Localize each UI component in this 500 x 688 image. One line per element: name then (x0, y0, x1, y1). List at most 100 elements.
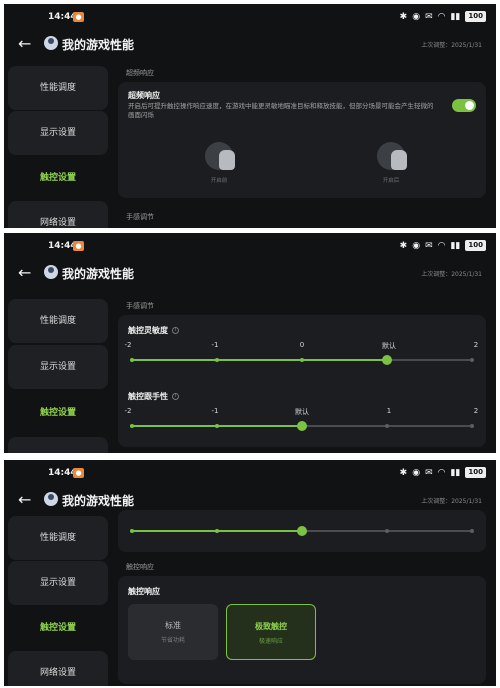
sidebar-item-network[interactable]: 网络设置 (8, 651, 108, 686)
last-updated: 上次调整：2025/1/31 (421, 42, 482, 49)
slider-tick[interactable] (470, 424, 474, 428)
sidebar-item-network[interactable]: 网络设置 (8, 201, 108, 228)
ultra-response-card: 超频响应 开启后可提升触控操作响应速度，在游戏中能更灵敏地瞄准目标和释放技能，但… (118, 82, 486, 198)
slider-tick[interactable] (385, 424, 389, 428)
slider-tick-label: 1 (386, 407, 392, 415)
volte-icon: ✉ (425, 467, 433, 478)
section-title: 超频响应 (126, 69, 154, 77)
feel-card: 触控灵敏度 i -2 -1 0 默认 2 触控跟手性 i -2 -1 默认 1 2 (118, 315, 486, 447)
slider-tick[interactable] (470, 358, 474, 362)
slider-tick-label: 2 (473, 407, 479, 415)
ultra-response-title: 超频响应 (128, 91, 160, 100)
slider-tick-label: 默认 (382, 342, 396, 350)
avatar (44, 492, 58, 506)
illustration-after: 开启后 (368, 142, 414, 184)
sidebar-item-network[interactable]: 网络设置 (8, 437, 108, 453)
section-title: 手感调节 (126, 302, 154, 310)
back-arrow-icon[interactable]: ← (18, 263, 31, 282)
slider-tick[interactable] (130, 358, 134, 362)
ultra-response-toggle[interactable] (452, 99, 476, 112)
status-bar: 14:44 ● ✱ ◉ ✉ ◠ ▮▮ 100 (4, 4, 496, 30)
sensitivity-title: 触控灵敏度 i (128, 325, 179, 336)
slider-tick-label: 0 (299, 341, 305, 349)
follow-slider[interactable] (128, 419, 476, 433)
page-title: 我的游戏性能 (62, 38, 135, 52)
screenshot-panel-3: 14:44 ● ✱ ◉ ✉ ◠ ▮▮ 100 ← 我的游戏性能 上次调整：202… (4, 460, 496, 686)
battery-icon: 100 (465, 11, 486, 22)
battery-icon: 100 (465, 240, 486, 251)
slider-knob[interactable] (382, 355, 392, 365)
slider-tick-label: -1 (211, 407, 219, 415)
page-title: 我的游戏性能 (62, 267, 135, 281)
slider-tick[interactable] (215, 529, 219, 533)
screenshot-panel-2: 14:44 ● ✱ ◉ ✉ ◠ ▮▮ 100 ← 我的游戏性能 上次调整：202… (4, 233, 496, 453)
sidebar-item-performance[interactable]: 性能调度 (8, 66, 108, 110)
info-icon[interactable]: i (172, 327, 179, 334)
sidebar-item-touch[interactable]: 触控设置 (8, 156, 108, 200)
slider-fill (132, 359, 387, 361)
location-icon: ◉ (412, 240, 421, 251)
battery-icon: 100 (465, 467, 486, 478)
slider-tick[interactable] (130, 424, 134, 428)
sidebar-item-touch[interactable]: 触控设置 (8, 391, 108, 435)
signal-icon: ▮▮ (450, 240, 461, 251)
ultra-response-desc: 开启后可提升触控操作响应速度，在游戏中能更灵敏地瞄准目标和释放技能，但部分场景可… (128, 102, 434, 119)
bluetooth-icon: ✱ (399, 11, 408, 22)
signal-icon: ▮▮ (450, 467, 461, 478)
follow-slider[interactable] (128, 524, 476, 538)
illustration-before: 开启前 (196, 142, 242, 184)
mode-standard[interactable]: 标准 节省功耗 (128, 604, 218, 660)
back-arrow-icon[interactable]: ← (18, 490, 31, 509)
avatar (44, 36, 58, 50)
back-arrow-icon[interactable]: ← (18, 34, 31, 53)
sensitivity-slider[interactable] (128, 353, 476, 367)
main-content: 触控响应 触控响应 标准 节省功耗 极致触控 极速响应 (118, 510, 486, 686)
status-bar: 14:44 ● ✱ ◉ ✉ ◠ ▮▮ 100 (4, 233, 496, 259)
slider-tick[interactable] (300, 358, 304, 362)
slider-tick[interactable] (385, 529, 389, 533)
sidebar-item-touch[interactable]: 触控设置 (8, 606, 108, 650)
location-icon: ◉ (412, 11, 421, 22)
sensitivity-ticklabels: -2 -1 0 默认 2 (124, 341, 479, 351)
last-updated: 上次调整：2025/1/31 (421, 498, 482, 505)
main-content: 手感调节 触控灵敏度 i -2 -1 0 默认 2 触控跟手性 i -2 -1 默认 1 2 (118, 289, 486, 453)
follow-title: 触控跟手性 i (128, 391, 179, 402)
sidebar-item-display[interactable]: 显示设置 (8, 111, 108, 155)
slider-tick-label: -2 (124, 407, 132, 415)
mode-extreme[interactable]: 极致触控 极速响应 (226, 604, 316, 660)
slider-tick-label: -1 (211, 341, 219, 349)
volte-icon: ✉ (425, 11, 433, 22)
slider-tick-label: 默认 (295, 408, 309, 416)
app-header: ← 我的游戏性能 上次调整：2025/1/31 (4, 259, 496, 289)
wifi-icon: ◠ (437, 467, 446, 478)
info-icon[interactable]: i (172, 393, 179, 400)
slider-tick[interactable] (215, 424, 219, 428)
status-bar: 14:44 ● ✱ ◉ ✉ ◠ ▮▮ 100 (4, 460, 496, 486)
main-content: 超频响应 超频响应 开启后可提升触控操作响应速度，在游戏中能更灵敏地瞄准目标和释… (118, 60, 486, 228)
location-icon: ◉ (412, 467, 421, 478)
slider-tick[interactable] (215, 358, 219, 362)
sidebar-item-performance[interactable]: 性能调度 (8, 299, 108, 343)
sidebar-item-display[interactable]: 显示设置 (8, 345, 108, 389)
slider-knob[interactable] (297, 421, 307, 431)
slider-tick-label: 2 (473, 341, 479, 349)
app-header: ← 我的游戏性能 上次调整：2025/1/31 (4, 30, 496, 60)
slider-tick[interactable] (130, 529, 134, 533)
sidebar-item-performance[interactable]: 性能调度 (8, 516, 108, 560)
slider-tick[interactable] (470, 529, 474, 533)
touch-response-title: 触控响应 (128, 587, 160, 596)
sidebar-item-display[interactable]: 显示设置 (8, 561, 108, 605)
signal-icon: ▮▮ (450, 11, 461, 22)
last-updated: 上次调整：2025/1/31 (421, 271, 482, 278)
follow-ticklabels: -2 -1 默认 1 2 (124, 407, 479, 417)
volte-icon: ✉ (425, 240, 433, 251)
slider-tick-label: -2 (124, 341, 132, 349)
wifi-icon: ◠ (437, 240, 446, 251)
touch-hand-icon (205, 142, 235, 170)
notification-icon: ● (73, 12, 84, 22)
avatar (44, 265, 58, 279)
touch-hand-icon (377, 142, 407, 170)
slider-knob[interactable] (297, 526, 307, 536)
touch-response-card: 触控响应 标准 节省功耗 极致触控 极速响应 (118, 576, 486, 684)
feel-card-partial (118, 510, 486, 552)
